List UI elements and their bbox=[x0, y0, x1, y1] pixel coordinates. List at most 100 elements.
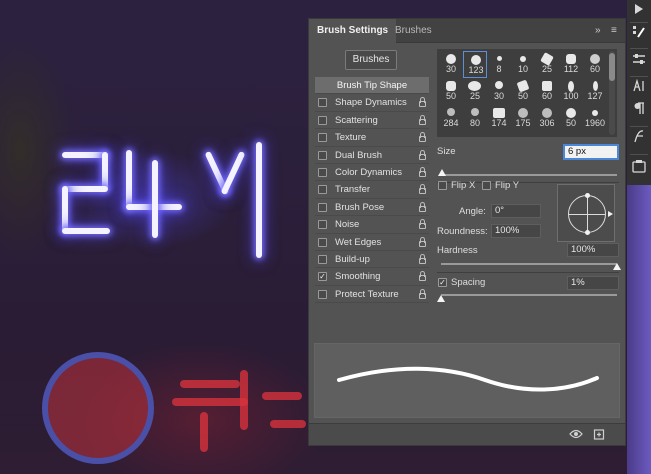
flip-x-checkbox[interactable] bbox=[438, 181, 447, 190]
brush-preset[interactable]: 25 bbox=[463, 78, 487, 105]
glyphs-icon[interactable] bbox=[627, 128, 651, 150]
option-dual-brush[interactable]: Dual Brush bbox=[315, 147, 429, 164]
brush-preset[interactable]: 127 bbox=[583, 78, 607, 105]
option-checkbox-checked[interactable]: ✓ bbox=[318, 272, 327, 282]
lock-icon[interactable] bbox=[418, 184, 427, 195]
brush-preset[interactable]: 100 bbox=[559, 78, 583, 105]
option-checkbox[interactable] bbox=[318, 167, 327, 177]
brushes-button[interactable]: Brushes bbox=[345, 50, 397, 70]
option-wet-edges[interactable]: Wet Edges bbox=[315, 234, 429, 251]
option-scattering[interactable]: Scattering bbox=[315, 112, 429, 130]
option-noise[interactable]: Noise bbox=[315, 216, 429, 234]
brush-preset[interactable]: 30 bbox=[439, 51, 463, 78]
brush-preset[interactable]: 60 bbox=[583, 51, 607, 78]
option-shape-dynamics[interactable]: Shape Dynamics bbox=[315, 94, 429, 112]
angle-arrow-icon[interactable] bbox=[608, 211, 613, 217]
paragraph-icon[interactable] bbox=[627, 100, 651, 122]
option-checkbox[interactable] bbox=[318, 237, 327, 247]
create-new-brush-icon[interactable] bbox=[593, 428, 605, 443]
brush-preset[interactable]: 60 bbox=[535, 78, 559, 105]
lock-icon[interactable] bbox=[418, 166, 427, 178]
spacing-input[interactable]: 1% bbox=[567, 276, 619, 290]
brush-preset[interactable]: 174 bbox=[487, 105, 511, 132]
roundness-handle[interactable] bbox=[585, 230, 590, 235]
size-slider-thumb[interactable] bbox=[438, 169, 446, 176]
spacing-checkbox[interactable]: ✓ bbox=[438, 278, 447, 287]
panel-menu-icon[interactable]: ≡ bbox=[611, 19, 617, 43]
size-input[interactable]: 6 px bbox=[563, 144, 619, 160]
brush-preset[interactable]: 284 bbox=[439, 105, 463, 132]
brush-preset[interactable]: 306 bbox=[535, 105, 559, 132]
lock-icon[interactable] bbox=[418, 114, 427, 126]
lock-icon[interactable] bbox=[418, 219, 427, 230]
lock-icon[interactable] bbox=[418, 288, 427, 300]
option-checkbox[interactable] bbox=[318, 289, 327, 299]
option-label: Smoothing bbox=[335, 271, 381, 283]
brush-preset[interactable]: 1960 bbox=[583, 105, 607, 132]
hardness-slider-thumb[interactable] bbox=[613, 263, 621, 270]
brush-preset[interactable]: 50 bbox=[511, 78, 535, 105]
lock-icon[interactable] bbox=[418, 253, 427, 265]
option-checkbox[interactable] bbox=[318, 220, 327, 230]
spacing-slider-track[interactable] bbox=[441, 294, 617, 296]
option-checkbox[interactable] bbox=[318, 115, 327, 125]
option-checkbox[interactable] bbox=[318, 202, 327, 212]
brush-preset[interactable]: 112 bbox=[559, 51, 583, 78]
option-label: Build-up bbox=[335, 253, 370, 265]
preset-scrollbar[interactable] bbox=[609, 51, 615, 135]
angle-roundness-widget[interactable] bbox=[557, 184, 615, 242]
tab-brush-settings[interactable]: Brush Settings bbox=[309, 19, 397, 43]
hardness-input[interactable]: 100% bbox=[567, 243, 619, 257]
roundness-handle[interactable] bbox=[585, 193, 590, 198]
lock-icon[interactable] bbox=[418, 201, 427, 213]
lock-icon[interactable] bbox=[418, 149, 427, 161]
brush-stroke-preview bbox=[314, 343, 620, 418]
character-icon[interactable] bbox=[627, 78, 651, 100]
option-label: Brush Pose bbox=[335, 201, 385, 213]
roundness-input[interactable]: 100% bbox=[491, 224, 541, 238]
option-transfer[interactable]: Transfer bbox=[315, 181, 429, 199]
brush-preset[interactable]: 10 bbox=[511, 51, 535, 78]
lock-icon[interactable] bbox=[418, 236, 427, 248]
brush-preset[interactable]: 80 bbox=[463, 105, 487, 132]
brush-preset[interactable]: 25 bbox=[535, 51, 559, 78]
brush-preset[interactable]: 30 bbox=[487, 78, 511, 105]
brush-stroke-preview-icon bbox=[337, 366, 599, 392]
adjustments-icon[interactable] bbox=[627, 50, 651, 72]
collapse-panel-icon[interactable]: » bbox=[595, 19, 601, 43]
play-icon[interactable] bbox=[627, 0, 651, 22]
option-smoothing[interactable]: ✓ Smoothing bbox=[315, 268, 429, 286]
toggle-live-tip-preview-icon[interactable] bbox=[569, 428, 583, 443]
brush-preset-selected[interactable]: 123 bbox=[463, 51, 487, 78]
hardness-slider-track[interactable] bbox=[441, 263, 617, 265]
option-label: Texture bbox=[335, 132, 367, 144]
brush-settings-icon[interactable] bbox=[627, 24, 651, 46]
lock-icon[interactable] bbox=[418, 97, 427, 108]
preset-scroll-thumb[interactable] bbox=[609, 53, 615, 81]
flip-y-checkbox[interactable] bbox=[482, 181, 491, 190]
libraries-icon[interactable] bbox=[627, 158, 651, 180]
angle-input[interactable]: 0° bbox=[491, 204, 541, 218]
option-brush-pose[interactable]: Brush Pose bbox=[315, 199, 429, 217]
option-checkbox[interactable] bbox=[318, 185, 327, 195]
brush-preset[interactable]: 8 bbox=[487, 51, 511, 78]
option-texture[interactable]: Texture bbox=[315, 129, 429, 147]
option-brush-tip-shape[interactable]: Brush Tip Shape bbox=[315, 77, 429, 95]
option-protect-texture[interactable]: Protect Texture bbox=[315, 286, 429, 304]
option-build-up[interactable]: Build-up bbox=[315, 251, 429, 269]
option-color-dynamics[interactable]: Color Dynamics bbox=[315, 164, 429, 182]
option-checkbox[interactable] bbox=[318, 150, 327, 160]
brush-preset[interactable]: 175 bbox=[511, 105, 535, 132]
hardness-label: Hardness bbox=[437, 245, 478, 256]
tab-brushes[interactable]: Brushes bbox=[387, 19, 440, 43]
brush-preset[interactable]: 50 bbox=[439, 78, 463, 105]
size-label: Size bbox=[437, 146, 456, 157]
lock-icon[interactable] bbox=[418, 271, 427, 282]
lock-icon[interactable] bbox=[418, 132, 427, 143]
brush-preset[interactable]: 50 bbox=[559, 105, 583, 132]
spacing-slider-thumb[interactable] bbox=[437, 295, 445, 302]
size-slider-track[interactable] bbox=[441, 174, 617, 176]
option-checkbox[interactable] bbox=[318, 254, 327, 264]
option-checkbox[interactable] bbox=[318, 98, 327, 108]
option-checkbox[interactable] bbox=[318, 133, 327, 143]
